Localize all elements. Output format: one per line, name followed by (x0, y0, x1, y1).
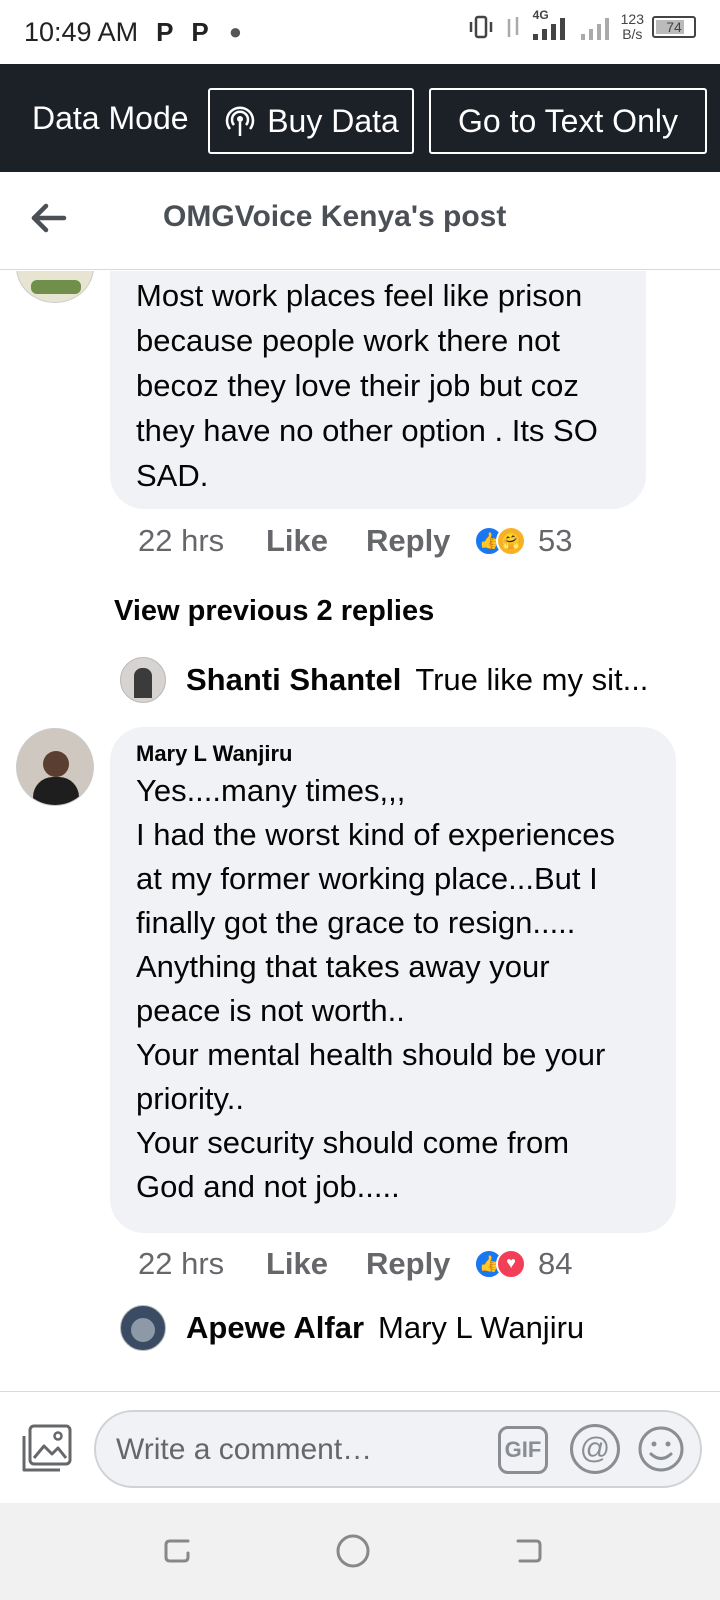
status-icons: 4G 123 B/s 74 (467, 8, 696, 42)
recents-icon[interactable] (158, 1531, 198, 1571)
photo-icon[interactable] (20, 1424, 72, 1474)
view-previous-replies[interactable]: View previous 2 replies (114, 595, 434, 628)
avatar[interactable] (16, 271, 94, 303)
avatar-image (31, 280, 81, 294)
comment-input[interactable] (116, 1430, 476, 1470)
emoji-icon[interactable] (636, 1424, 686, 1474)
mention-button[interactable]: @ (570, 1424, 620, 1474)
avatar-image (43, 751, 69, 777)
comment-bubble[interactable]: Most work places feel like prison becaus… (110, 271, 646, 509)
signal-icon (580, 18, 609, 40)
avatar-image (131, 1318, 155, 1342)
like-button[interactable]: Like (266, 523, 366, 559)
p-notification-icon: P (191, 16, 209, 47)
buy-data-label: Buy Data (267, 102, 399, 139)
love-reaction-icon: ♥ (496, 1249, 526, 1279)
reply-snippet: Mary L Wanjiru (378, 1310, 585, 1345)
data-mode-label: Data Mode (32, 99, 189, 136)
signal-4g-icon: 4G (531, 8, 571, 42)
comment-actions: 22 hrs Like Reply 👍 🤗 53 (138, 523, 572, 559)
text-only-label: Go to Text Only (458, 102, 678, 139)
comment-bubble[interactable]: Mary L Wanjiru Yes....many times,,, I ha… (110, 727, 676, 1233)
care-reaction-icon: 🤗 (496, 526, 526, 556)
comment-author[interactable]: Mary L Wanjiru (136, 741, 650, 767)
reply-author: Apewe Alfar (186, 1310, 365, 1345)
reactions-summary[interactable]: 👍 ♥ 84 (474, 1246, 572, 1282)
dot-icon: ● (228, 19, 243, 44)
comment-time: 22 hrs (138, 523, 225, 558)
status-time: 10:49 AM (24, 16, 139, 47)
reaction-count: 53 (538, 523, 573, 558)
comments-list[interactable]: Most work places feel like prison becaus… (0, 271, 720, 1391)
reply-preview[interactable]: Shanti Shantel True like my sit... (120, 657, 648, 703)
gif-button[interactable]: GIF (498, 1426, 548, 1474)
data-arrows-icon (507, 17, 518, 37)
vibrate-icon (469, 15, 492, 39)
reply-preview[interactable]: Apewe Alfar Mary L Wanjiru (120, 1305, 584, 1351)
avatar (120, 657, 166, 703)
net-speed: 123 B/s (620, 11, 644, 42)
avatar[interactable] (16, 728, 94, 806)
reaction-count: 84 (538, 1246, 573, 1281)
p-notification-icon: P (156, 16, 174, 47)
comment-composer: GIF @ (0, 1391, 720, 1503)
comment-input-container[interactable]: GIF @ (94, 1410, 702, 1488)
buy-data-button[interactable]: Buy Data (208, 88, 414, 154)
reply-snippet: True like my sit... (415, 662, 649, 697)
reply-button[interactable]: Reply (366, 1246, 474, 1282)
home-icon[interactable] (333, 1531, 373, 1571)
page-title: OMGVoice Kenya's post (163, 200, 507, 233)
reply-button[interactable]: Reply (366, 523, 474, 559)
comment-text: Yes....many times,,, I had the worst kin… (136, 773, 616, 1204)
avatar (120, 1305, 166, 1351)
comment-time: 22 hrs (138, 1246, 225, 1281)
back-icon[interactable] (508, 1531, 548, 1571)
avatar-image (134, 668, 152, 698)
data-mode-bar: Data Mode Buy Data Go to Text Only (0, 64, 720, 172)
battery-icon: 74 (652, 16, 696, 38)
text-only-button[interactable]: Go to Text Only (429, 88, 707, 154)
like-button[interactable]: Like (266, 1246, 366, 1282)
reply-author: Shanti Shantel (186, 662, 402, 697)
comment-actions: 22 hrs Like Reply 👍 ♥ 84 (138, 1246, 572, 1282)
reactions-summary[interactable]: 👍 🤗 53 (474, 523, 572, 559)
avatar-image (33, 777, 79, 805)
broadcast-icon (225, 106, 255, 136)
status-bar: 10:49 AM P P ● 4G 123 B/s 74 (0, 0, 720, 64)
comment-text: Most work places feel like prison becaus… (136, 278, 598, 493)
back-arrow-icon[interactable] (28, 198, 68, 238)
system-nav-bar (0, 1503, 720, 1600)
post-header: OMGVoice Kenya's post (0, 172, 720, 270)
